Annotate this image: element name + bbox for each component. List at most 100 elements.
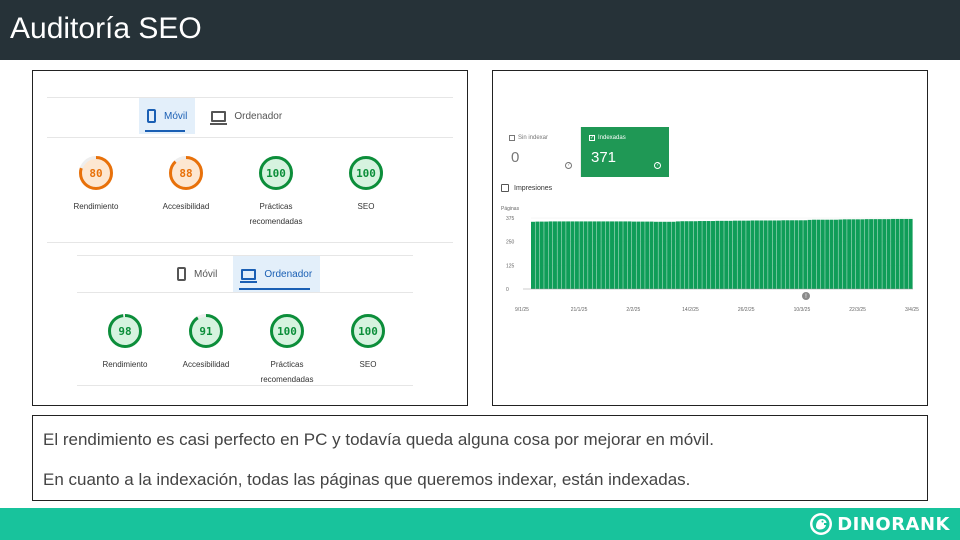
bar[interactable] [891,218,896,289]
bar[interactable] [847,219,852,289]
bar[interactable] [588,221,593,289]
bar[interactable] [667,221,672,289]
bar[interactable] [697,221,702,289]
bar[interactable] [820,219,825,289]
bar[interactable] [631,221,636,289]
bar[interactable] [557,221,562,289]
bar[interactable] [623,221,628,289]
bar[interactable] [711,221,716,289]
bar[interactable] [838,219,843,289]
bar[interactable] [768,220,773,289]
bar[interactable] [574,221,579,289]
bar[interactable] [873,219,878,289]
bar[interactable] [790,220,795,289]
bar[interactable] [746,220,751,289]
bar[interactable] [737,220,742,289]
bar[interactable] [645,221,650,289]
bar[interactable] [640,221,645,289]
bar[interactable] [566,221,571,289]
tab-desktop[interactable]: Ordenador [203,98,290,134]
bar[interactable] [798,220,803,289]
bar[interactable] [544,221,549,289]
bar[interactable] [531,221,535,289]
bar[interactable] [610,221,615,289]
tab-desktop[interactable]: Ordenador [233,256,321,292]
bar[interactable] [684,221,689,289]
bar[interactable] [719,220,724,289]
bar[interactable] [759,220,764,289]
bar[interactable] [772,220,777,289]
impressions-toggle[interactable]: Impresiones [501,184,552,192]
bar[interactable] [675,221,680,289]
bar[interactable] [706,221,711,289]
bar[interactable] [851,219,856,289]
bar[interactable] [895,218,900,289]
bar[interactable] [552,221,557,289]
bar[interactable] [724,220,729,289]
help-icon[interactable]: ? [565,162,572,169]
bar[interactable] [614,221,619,289]
bar[interactable] [763,220,768,289]
bar[interactable] [899,218,904,289]
score-gauge[interactable]: 100 SEO [312,313,424,372]
bar[interactable] [842,219,847,289]
bar[interactable] [904,218,909,289]
bar[interactable] [781,220,786,289]
bar[interactable] [601,221,606,289]
bar[interactable] [535,221,540,289]
bar[interactable] [579,221,584,289]
bar[interactable] [605,221,610,289]
bar[interactable] [754,220,759,289]
bar[interactable] [693,221,698,289]
bar[interactable] [702,221,707,289]
bar[interactable] [908,218,913,289]
bar[interactable] [732,220,737,289]
bar[interactable] [715,220,720,289]
bar[interactable] [561,221,566,289]
bar[interactable] [794,220,799,289]
score-gauge[interactable]: 100 SEO [310,155,422,214]
gauge-value: 88 [179,167,192,180]
bar[interactable] [539,221,544,289]
bar[interactable] [807,219,812,289]
bar[interactable] [864,219,869,289]
tab-mobile[interactable]: Móvil [139,98,196,134]
bar[interactable] [627,221,632,289]
indexed-card[interactable]: ✓ Indexadas 371 ? [581,127,669,177]
bar[interactable] [869,219,874,289]
bar[interactable] [816,219,821,289]
bar[interactable] [728,220,733,289]
bar[interactable] [776,220,781,289]
bar[interactable] [825,219,830,289]
bar[interactable] [803,220,808,289]
annotation-marker-icon[interactable]: ! [802,292,810,300]
bar[interactable] [618,221,623,289]
bar[interactable] [596,221,601,289]
bar[interactable] [812,219,817,289]
bar[interactable] [680,221,685,289]
tab-mobile[interactable]: Móvil [169,256,225,292]
bar[interactable] [750,220,755,289]
bar[interactable] [833,219,838,289]
bar[interactable] [689,221,694,289]
bar[interactable] [886,219,891,289]
bar[interactable] [860,219,865,289]
help-icon[interactable]: ? [654,162,661,169]
bar[interactable] [649,221,654,289]
bar[interactable] [570,221,575,289]
bar[interactable] [671,221,676,289]
bar[interactable] [855,219,860,289]
bar[interactable] [583,221,588,289]
bar[interactable] [653,221,658,289]
bar[interactable] [785,220,790,289]
bar[interactable] [829,219,834,289]
bar[interactable] [662,221,667,289]
bar[interactable] [882,219,887,289]
bar[interactable] [636,221,641,289]
bar[interactable] [592,221,597,289]
bar[interactable] [877,219,882,289]
unindexed-card[interactable]: Sin indexar 0 ? [501,127,581,177]
bar[interactable] [741,220,746,289]
bar[interactable] [658,221,663,289]
bar[interactable] [548,221,553,289]
